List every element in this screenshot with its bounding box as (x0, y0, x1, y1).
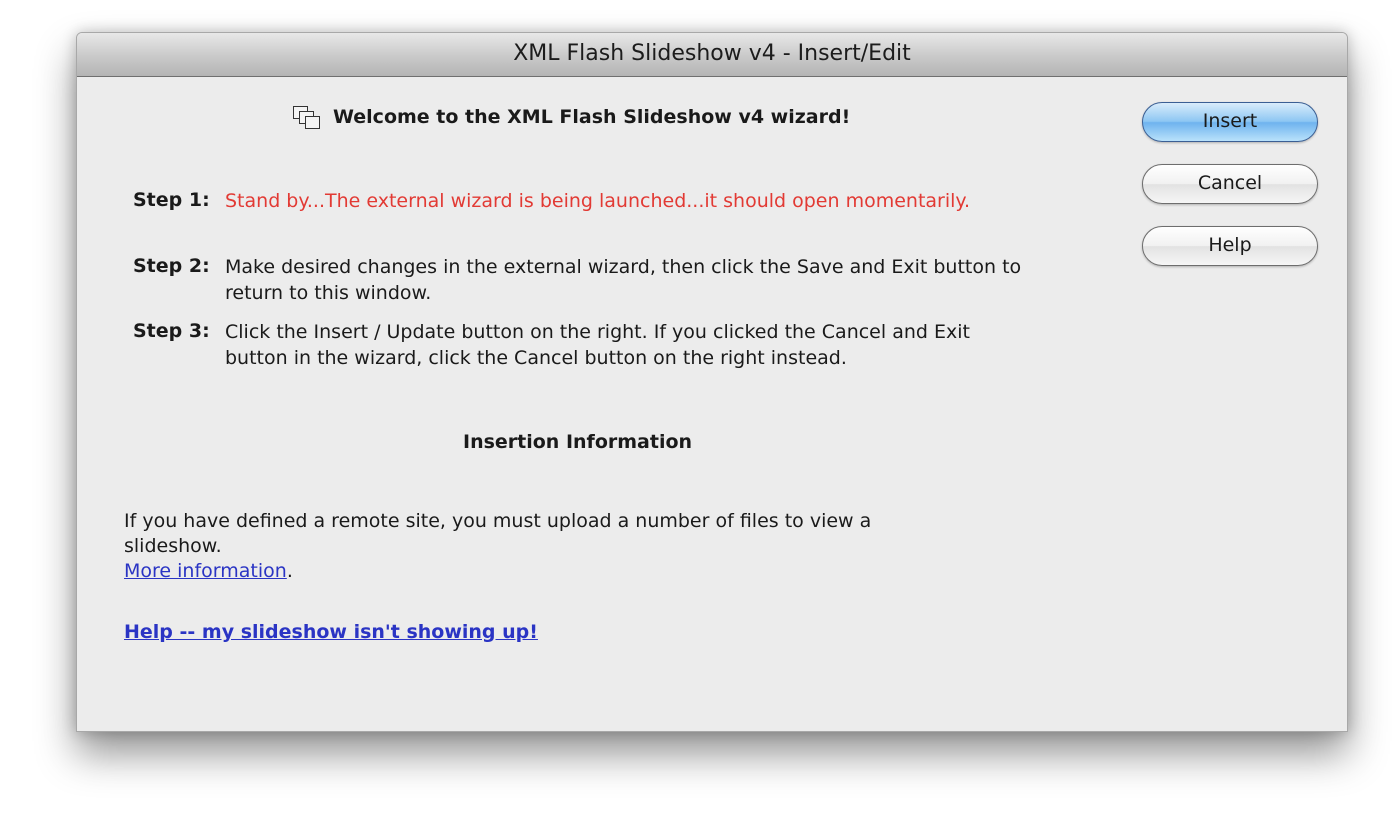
help-button[interactable]: Help (1142, 226, 1318, 266)
step-1-label: Step 1: (133, 189, 210, 211)
step-3-label: Step 3: (133, 320, 210, 342)
dialog-window: XML Flash Slideshow v4 - Insert/Edit Wel… (76, 32, 1348, 732)
step-2-text: Make desired changes in the external wiz… (225, 256, 1022, 304)
cancel-button[interactable]: Cancel (1142, 164, 1318, 204)
insertion-info-text: If you have defined a remote site, you m… (124, 509, 964, 584)
more-information-link[interactable]: More information (124, 560, 287, 582)
window-title: XML Flash Slideshow v4 - Insert/Edit (513, 41, 911, 66)
slideshow-help-link[interactable]: Help -- my slideshow isn't showing up! (124, 621, 538, 643)
insert-button[interactable]: Insert (1142, 102, 1318, 142)
more-information-suffix: . (286, 560, 293, 582)
wizard-windows-icon (293, 106, 321, 129)
welcome-heading: Welcome to the XML Flash Slideshow v4 wi… (293, 106, 851, 129)
welcome-text: Welcome to the XML Flash Slideshow v4 wi… (333, 106, 851, 128)
step-2-label: Step 2: (133, 255, 210, 277)
remote-site-note: If you have defined a remote site, you m… (124, 510, 872, 557)
step-1-text: Stand by...The external wizard is being … (225, 190, 970, 212)
insertion-info-heading: Insertion Information (463, 431, 693, 453)
step-3-text: Click the Insert / Update button on the … (225, 321, 970, 369)
title-bar[interactable]: XML Flash Slideshow v4 - Insert/Edit (77, 33, 1347, 77)
